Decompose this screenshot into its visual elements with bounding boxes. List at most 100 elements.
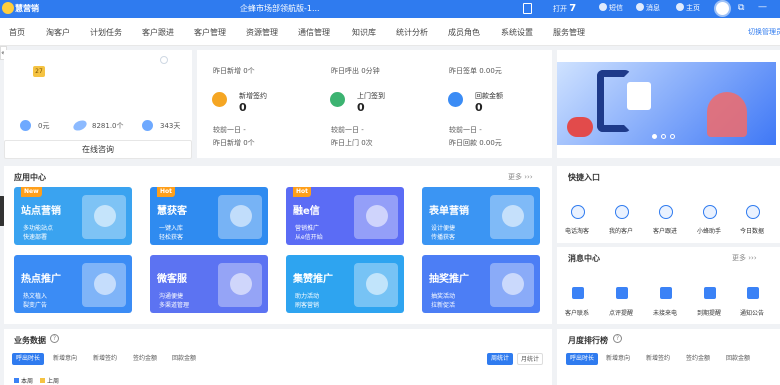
app-tile-rong-e-xin[interactable]: Hot 融e信 营销推广 从e信开始 (286, 187, 404, 245)
app-center-more-link[interactable]: 更多 ››› (508, 172, 533, 182)
legend-label-last-week: 上周 (47, 378, 60, 385)
my-customers-icon[interactable] (615, 205, 629, 219)
app-desc1-smart-acquire: 一键入库 (159, 225, 184, 232)
app-name-form-marketing: 表单营销 (429, 206, 469, 217)
menu-item-customers[interactable]: 客户管理 (194, 27, 226, 38)
window-title: 企蜂市场部领航版-1... (240, 4, 320, 13)
customer-followup-icon[interactable] (659, 205, 673, 219)
promo-banner[interactable] (557, 62, 776, 145)
home-button[interactable]: 主页 (676, 3, 700, 13)
app-illustration-icon-hot-promotion (94, 273, 116, 295)
menu-item-plan[interactable]: 计划任务 (90, 27, 122, 38)
tab-business-payment-amount[interactable]: 回款金额 (172, 353, 196, 365)
app-tile-lottery-promotion[interactable]: 抽奖推广 抽奖活动 拉新促活 (422, 255, 540, 313)
bee-assistant-icon[interactable] (703, 205, 717, 219)
app-tile-form-marketing[interactable]: 表单营销 设计便捷 传播获客 (422, 187, 540, 245)
message-item-due-reminder[interactable]: 到期提醒 (697, 308, 721, 317)
missed-call-icon[interactable] (660, 287, 672, 299)
menu-item-members[interactable]: 成员角色 (448, 27, 480, 38)
points-value: 8281.0个 (92, 122, 124, 130)
app-tile-smart-acquire[interactable]: Hot 慧获客 一键入库 轻松获客 (150, 187, 268, 245)
quick-entry-today-data[interactable]: 今日数据 (740, 226, 764, 235)
customer-contact-icon[interactable] (572, 287, 584, 299)
menu-item-statistics[interactable]: 统计分析 (396, 27, 428, 38)
due-reminder-icon[interactable] (704, 287, 716, 299)
message-center-title: 消息中心 (568, 254, 600, 263)
tab-business-new-contract[interactable]: 新增签约 (93, 353, 117, 365)
business-data-title: 业务数据 (14, 336, 46, 345)
message-item-notice[interactable]: 通知公告 (740, 308, 764, 317)
carousel-dot-2[interactable] (661, 134, 666, 139)
menu-item-service[interactable]: 服务管理 (553, 27, 585, 38)
message-button[interactable]: 消息 (636, 3, 660, 13)
app-desc2-hot-promotion: 裂变广告 (23, 302, 48, 309)
app-desc2-rong-e-xin: 从e信开始 (295, 234, 323, 241)
open-button[interactable]: 打开 7 (553, 3, 576, 14)
tab-ranking-payment-amount[interactable]: 回款金额 (726, 353, 750, 365)
title-bar: 慧营销 企蜂市场部领航版-1... 打开 7 短信 消息 主页 ⧉ — (0, 0, 780, 18)
today-data-icon[interactable] (746, 205, 760, 219)
menu-item-resources[interactable]: 资源管理 (246, 27, 278, 38)
sign-contract-icon (212, 92, 227, 107)
quick-entry-bee-assistant[interactable]: 小蜂助手 (697, 226, 721, 235)
message-center-more-link[interactable]: 更多 ››› (732, 253, 757, 263)
stat-yesterday-new: 昨日新增 0个 (213, 67, 255, 75)
menu-item-settings[interactable]: 系统设置 (501, 27, 533, 38)
stat-yesterday-calls: 昨日呼出 0分钟 (331, 67, 380, 75)
settings-dot-icon[interactable] (160, 56, 168, 64)
stat-name-payment: 回款金额 (475, 92, 503, 100)
message-item-review-reminder[interactable]: 点评提醒 (609, 308, 633, 317)
ranking-help-icon[interactable]: ? (613, 334, 622, 343)
tab-monthly[interactable]: 月统计 (517, 353, 544, 365)
tab-weekly[interactable]: 周统计 (487, 353, 514, 365)
app-desc2-wechat-service: 多渠道管理 (159, 302, 190, 309)
tab-ranking-new-contract[interactable]: 新增签约 (646, 353, 670, 365)
tab-business-contract-amount[interactable]: 签约金额 (133, 353, 157, 365)
app-tile-like-promotion[interactable]: 集赞推广 助力活动 刷客营销 (286, 255, 404, 313)
phone-search-icon[interactable] (571, 205, 585, 219)
quick-entry-phone-search[interactable]: 电话淘客 (565, 226, 589, 235)
tab-business-new-intent[interactable]: 新增意向 (53, 353, 77, 365)
carousel-dot-3[interactable] (670, 134, 675, 139)
document-icon[interactable] (523, 3, 532, 14)
stat-compare-sign: 较前一日 - (213, 126, 246, 134)
app-tile-hot-promotion[interactable]: 热点推广 热文植入 裂变广告 (14, 255, 132, 313)
open-label: 打开 (553, 5, 567, 13)
menu-item-knowledge[interactable]: 知识库 (352, 27, 376, 38)
app-tile-wechat-service[interactable]: 微客服 沟通便捷 多渠道管理 (150, 255, 268, 313)
tab-ranking-contract-amount[interactable]: 签约金额 (686, 353, 710, 365)
notice-icon[interactable] (747, 287, 759, 299)
stat-value-checkin: 0 (357, 101, 365, 114)
calendar-icon: 27 (33, 66, 45, 77)
online-consult-button[interactable]: 在线咨询 (4, 140, 192, 159)
stat-yesterday-orders: 昨日签单 0.00元 (449, 67, 502, 75)
menu-item-communication[interactable]: 通信管理 (298, 27, 330, 38)
review-reminder-icon[interactable] (616, 287, 628, 299)
app-tile-site-marketing[interactable]: New 站点营销 多功能站点 快速部署 (14, 187, 132, 245)
help-icon[interactable]: ? (50, 334, 59, 343)
menu-item-home[interactable]: 首页 (9, 27, 25, 38)
tab-ranking-new-intent[interactable]: 新增意向 (606, 353, 630, 365)
legend-swatch-last-week (40, 378, 45, 383)
legend-swatch-this-week (14, 378, 19, 383)
stat-compare-payment: 较前一日 - (449, 126, 482, 134)
switch-admin-link[interactable]: 切换管理员 (748, 27, 780, 37)
window-switch-icon[interactable]: ⧉ (738, 3, 744, 13)
sms-button[interactable]: 短信 (599, 3, 623, 13)
tab-ranking-call-duration[interactable]: 呼出时长 (566, 353, 599, 365)
message-item-missed-call[interactable]: 未接来电 (653, 308, 677, 317)
home-icon (676, 3, 684, 11)
stat-name-checkin: 上门签到 (357, 92, 385, 100)
legend-label-this-week: 本周 (21, 378, 34, 385)
message-item-customer-contact[interactable]: 客户联系 (565, 308, 589, 317)
quick-entry-customer-followup[interactable]: 客户跟进 (653, 226, 677, 235)
menu-item-find-customer[interactable]: 淘客户 (46, 27, 70, 38)
app-name-wechat-service: 微客服 (157, 274, 187, 285)
minimize-icon[interactable]: — (758, 2, 767, 12)
carousel-dot-1[interactable] (652, 134, 657, 139)
quick-entry-my-customers[interactable]: 我的客户 (609, 226, 633, 235)
app-illustration-icon-smart-acquire (230, 205, 252, 227)
menu-item-followup[interactable]: 客户跟进 (142, 27, 174, 38)
avatar[interactable] (714, 0, 731, 17)
tab-business-call-duration[interactable]: 呼出时长 (12, 353, 45, 365)
